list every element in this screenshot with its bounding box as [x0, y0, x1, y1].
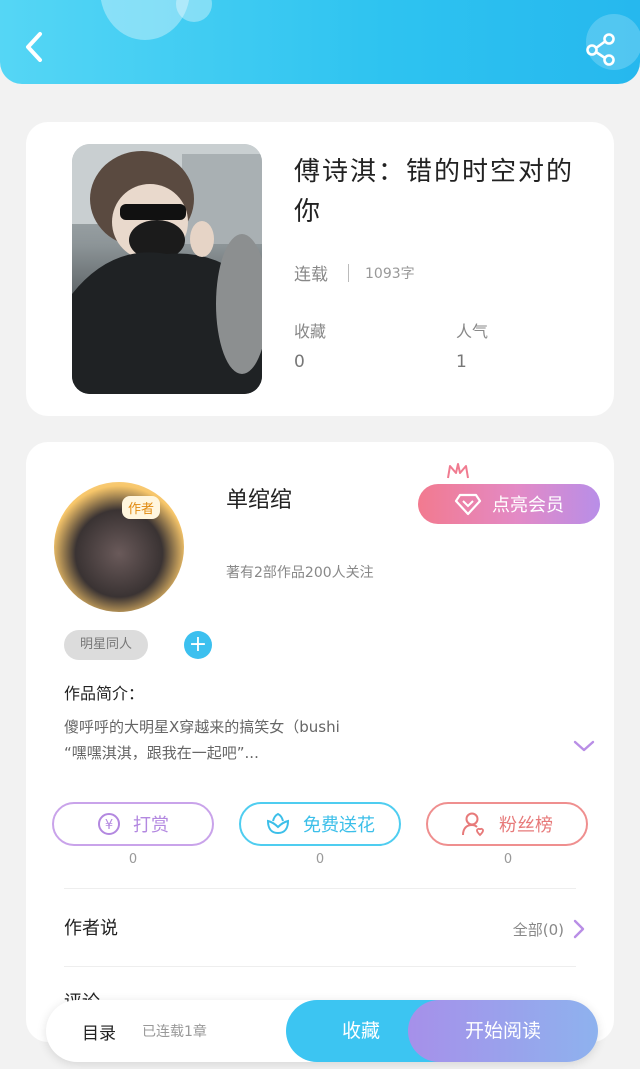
author-says-label: 作者说 [64, 918, 118, 939]
back-button[interactable] [18, 28, 52, 62]
serial-status: 连载 [294, 265, 328, 285]
intro-label: 作品简介： [64, 684, 145, 703]
vip-label: 点亮会员 [492, 495, 564, 516]
share-button[interactable] [584, 32, 618, 66]
chevron-left-icon [26, 32, 42, 62]
fan-ranking-button[interactable]: 粉丝榜 [426, 802, 588, 846]
fans-icon [462, 812, 484, 837]
crown-icon [447, 463, 469, 479]
divider [64, 888, 576, 889]
reward-button[interactable]: ¥ 打赏 [52, 802, 214, 846]
start-reading-button[interactable]: 开始阅读 [408, 1000, 598, 1062]
send-flower-label: 免费送花 [303, 815, 375, 836]
chevron-down-icon[interactable] [572, 738, 596, 754]
author-name[interactable]: 单绾绾 [226, 482, 292, 514]
yuan-icon: ¥ [98, 813, 120, 835]
work-detail-card: 作者 单绾绾 点亮会员 著有2部作品200人关注 明星同人 + 作品简介： 傻呼… [26, 442, 614, 1042]
author-badge: 作者 [122, 496, 161, 519]
fan-ranking-label: 粉丝榜 [499, 815, 553, 836]
book-cover-image[interactable] [72, 144, 262, 394]
author-says-all-link[interactable]: 全部(0) [513, 918, 586, 940]
fans-count: 0 [503, 852, 513, 867]
chapter-count: 已连载1章 [142, 1024, 207, 1040]
top-bar [0, 0, 640, 84]
book-info-card: 傅诗淇：错的时空对的你 连载 1093字 收藏 0 人气 1 [26, 122, 614, 416]
bottom-action-bar: 目录 已连载1章 收藏 开始阅读 [46, 1000, 598, 1062]
flower-count: 0 [315, 852, 325, 867]
stat-label: 收藏 [294, 322, 327, 341]
plus-icon: + [188, 632, 208, 657]
add-tag-button[interactable]: + [184, 631, 212, 659]
chevron-right-icon [573, 919, 585, 939]
genre-tag[interactable]: 明星同人 [64, 630, 149, 660]
vip-button[interactable]: 点亮会员 [418, 484, 600, 524]
book-title: 傅诗淇：错的时空对的你 [294, 157, 575, 227]
author-avatar[interactable] [54, 482, 184, 612]
word-count: 1093字 [365, 265, 415, 282]
stat-popularity: 人气 1 [456, 318, 488, 372]
flower-icon [266, 812, 290, 835]
author-says-all-label: 全部(0) [512, 920, 564, 939]
reward-label: 打赏 [133, 815, 169, 836]
svg-text:¥: ¥ [105, 818, 113, 833]
stat-label: 人气 [456, 322, 489, 341]
divider [64, 966, 576, 967]
stat-value: 0 [294, 352, 305, 372]
author-meta: 著有2部作品200人关注 [226, 565, 374, 581]
table-of-contents-button[interactable]: 目录 [82, 1019, 116, 1044]
cover-photo [72, 144, 262, 394]
send-flower-button[interactable]: 免费送花 [239, 802, 401, 846]
stat-value: 1 [456, 352, 467, 372]
serial-status-row: 连载 1093字 [294, 260, 415, 285]
reward-count: 0 [128, 852, 138, 867]
share-icon [586, 33, 615, 66]
diamond-icon [454, 493, 482, 516]
intro-line: “嘿嘿淇淇，跟我在一起吧”... [64, 744, 259, 762]
divider [348, 263, 349, 282]
intro-text: 傻呼呼的大明星X穿越来的搞笑女（bushi “嘿嘿淇淇，跟我在一起吧”... [64, 714, 564, 766]
intro-line: 傻呼呼的大明星X穿越来的搞笑女（bushi [64, 718, 340, 736]
stat-favorites: 收藏 0 [294, 318, 326, 372]
